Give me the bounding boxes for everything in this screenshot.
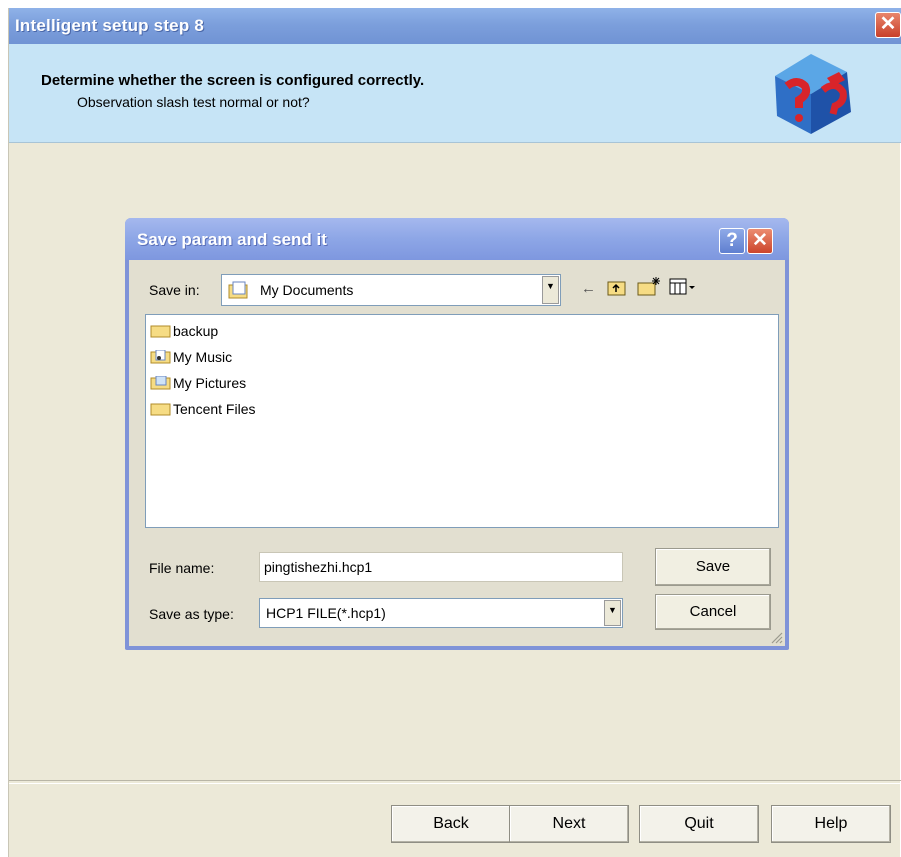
save-type-dropdown[interactable]: HCP1 FILE(*.hcp1) ▼ xyxy=(259,598,623,628)
footer-divider xyxy=(9,780,901,784)
chevron-down-icon[interactable]: ▼ xyxy=(604,600,621,626)
back-button[interactable]: Back xyxy=(391,805,511,843)
close-icon[interactable]: ✕ xyxy=(875,12,901,38)
list-item[interactable]: Tencent Files xyxy=(150,401,255,423)
list-item[interactable]: My Pictures xyxy=(150,375,246,397)
dialog-title: Save param and send it xyxy=(137,230,327,249)
cancel-button[interactable]: Cancel xyxy=(655,594,771,630)
folder-icon xyxy=(150,403,171,416)
chevron-down-icon[interactable]: ▼ xyxy=(542,276,559,304)
save-button[interactable]: Save xyxy=(655,548,771,586)
wizard-title-bar[interactable]: Intelligent setup step 8 ✕ xyxy=(9,8,901,44)
next-button[interactable]: Next xyxy=(509,805,629,843)
file-name-input[interactable]: pingtishezhi.hcp1 xyxy=(259,552,623,582)
save-in-value: My Documents xyxy=(260,282,354,298)
folder-icon xyxy=(150,325,171,338)
save-in-dropdown[interactable]: My Documents ▼ xyxy=(221,274,561,306)
save-type-label: Save as type: xyxy=(149,606,234,622)
documents-folder-icon xyxy=(228,281,248,299)
wizard-title: Intelligent setup step 8 xyxy=(15,16,204,35)
file-name-label: File name: xyxy=(149,560,215,576)
help-button[interactable]: Help xyxy=(771,805,891,843)
dialog-title-bar[interactable]: Save param and send it ? ✕ xyxy=(125,218,789,260)
dialog-close-icon[interactable]: ✕ xyxy=(747,228,773,254)
save-type-value: HCP1 FILE(*.hcp1) xyxy=(266,605,386,621)
view-menu-icon[interactable] xyxy=(669,278,697,296)
back-arrow-icon[interactable]: ← xyxy=(581,280,596,297)
step-heading: Determine whether the screen is configur… xyxy=(41,72,425,89)
list-item[interactable]: My Music xyxy=(150,349,232,371)
quit-button[interactable]: Quit xyxy=(639,805,759,843)
resize-grip-icon[interactable] xyxy=(769,630,783,644)
save-in-label: Save in: xyxy=(149,282,200,298)
pictures-folder-icon xyxy=(150,376,171,390)
music-folder-icon xyxy=(150,350,171,364)
file-list[interactable]: backup My Music My Pictures Tencent File… xyxy=(145,314,779,528)
new-folder-icon[interactable] xyxy=(637,276,661,296)
list-item[interactable]: backup xyxy=(150,323,218,345)
question-cube-icon xyxy=(775,54,851,134)
step-subheading: Observation slash test normal or not? xyxy=(77,94,310,110)
save-dialog: Save param and send it ? ✕ Save in: My D… xyxy=(125,218,789,650)
help-icon[interactable]: ? xyxy=(719,228,745,254)
wizard-header: Determine whether the screen is configur… xyxy=(9,44,901,143)
wizard-window: Intelligent setup step 8 ✕ Determine whe… xyxy=(8,8,901,857)
up-folder-icon[interactable] xyxy=(607,278,627,296)
